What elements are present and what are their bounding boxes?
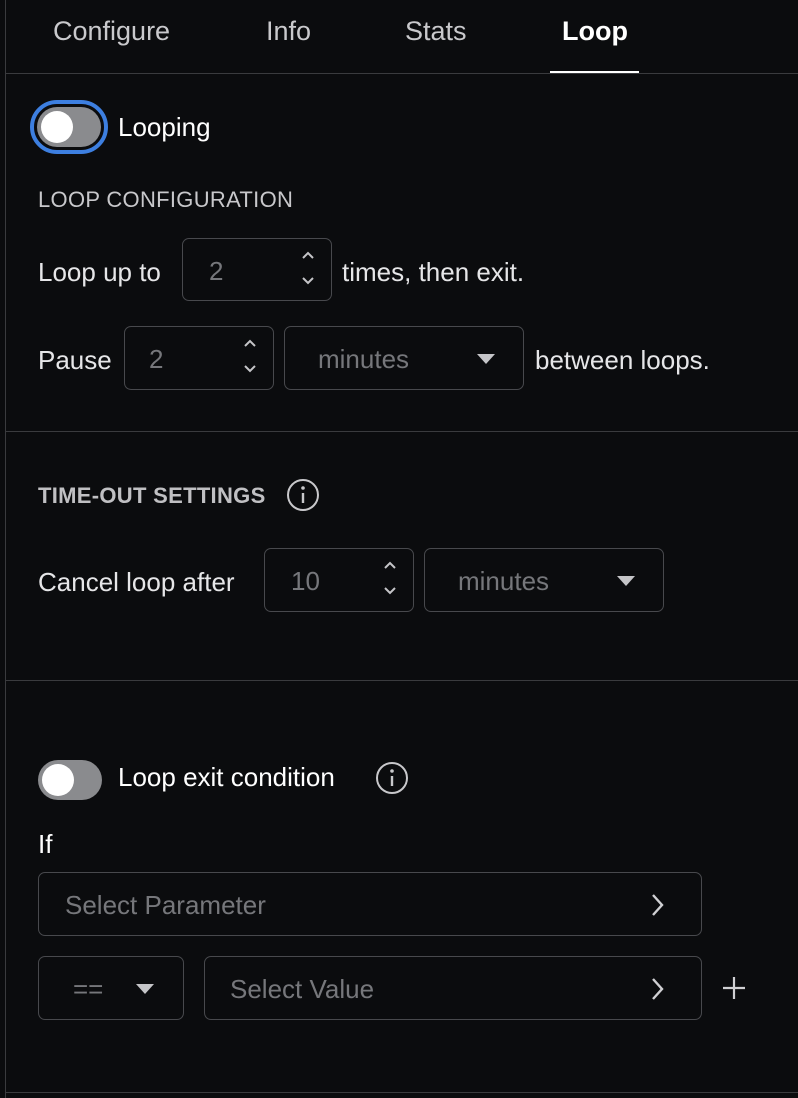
info-icon[interactable] [286,478,320,512]
operator-select[interactable]: == [38,956,184,1020]
toggle-knob [42,764,74,796]
section-divider [5,1092,798,1093]
select-parameter-placeholder: Select Parameter [65,890,266,920]
loop-count-value: 2 [209,256,224,286]
info-icon[interactable] [375,761,409,795]
dropdown-caret-icon [136,984,154,994]
select-value-placeholder: Select Value [230,974,375,1004]
if-label: If [38,829,53,859]
timeout-settings-heading: TIME-OUT SETTINGS [38,483,266,508]
cancel-loop-after-label: Cancel loop after [38,567,235,597]
stepper-arrows-icon[interactable] [381,558,399,598]
section-divider [5,431,798,432]
chevron-right-icon [649,892,665,923]
loop-configuration-heading: LOOP CONFIGURATION [38,187,294,212]
operator-value: == [73,974,104,1004]
between-loops-label: between loops. [535,345,710,375]
loop-up-to-label: Loop up to [38,257,161,287]
select-parameter-field[interactable]: Select Parameter [38,872,702,936]
add-condition-icon[interactable] [721,975,747,1006]
loop-exit-condition-label: Loop exit condition [118,762,335,792]
pause-value: 2 [149,344,164,374]
tab-stats[interactable]: Stats [405,16,467,47]
section-divider [5,680,798,681]
timeout-unit-value: minutes [458,566,550,596]
chevron-right-icon [649,976,665,1007]
tab-bar: Configure Info Stats Loop [0,0,798,74]
pause-value-stepper[interactable]: 2 [124,326,274,390]
timeout-value-stepper[interactable]: 10 [264,548,414,612]
stepper-arrows-icon[interactable] [241,336,259,376]
tab-info[interactable]: Info [266,16,311,47]
times-then-exit-label: times, then exit. [342,257,525,287]
tab-configure[interactable]: Configure [53,16,170,47]
panel-left-border [5,0,6,1098]
tab-bar-divider [5,73,798,74]
loop-count-stepper[interactable]: 2 [182,238,332,301]
tab-loop[interactable]: Loop [562,16,628,47]
looping-toggle[interactable] [37,107,101,147]
toggle-knob [41,111,73,143]
timeout-unit-select[interactable]: minutes [424,548,664,612]
pause-label: Pause [38,345,112,375]
dropdown-caret-icon [617,576,635,586]
pause-unit-value: minutes [318,344,410,374]
select-value-field[interactable]: Select Value [204,956,702,1020]
timeout-value: 10 [291,566,320,596]
stepper-arrows-icon[interactable] [299,248,317,288]
exit-condition-toggle[interactable] [38,760,102,800]
dropdown-caret-icon [477,354,495,364]
looping-label: Looping [118,112,211,142]
pause-unit-select[interactable]: minutes [284,326,524,390]
